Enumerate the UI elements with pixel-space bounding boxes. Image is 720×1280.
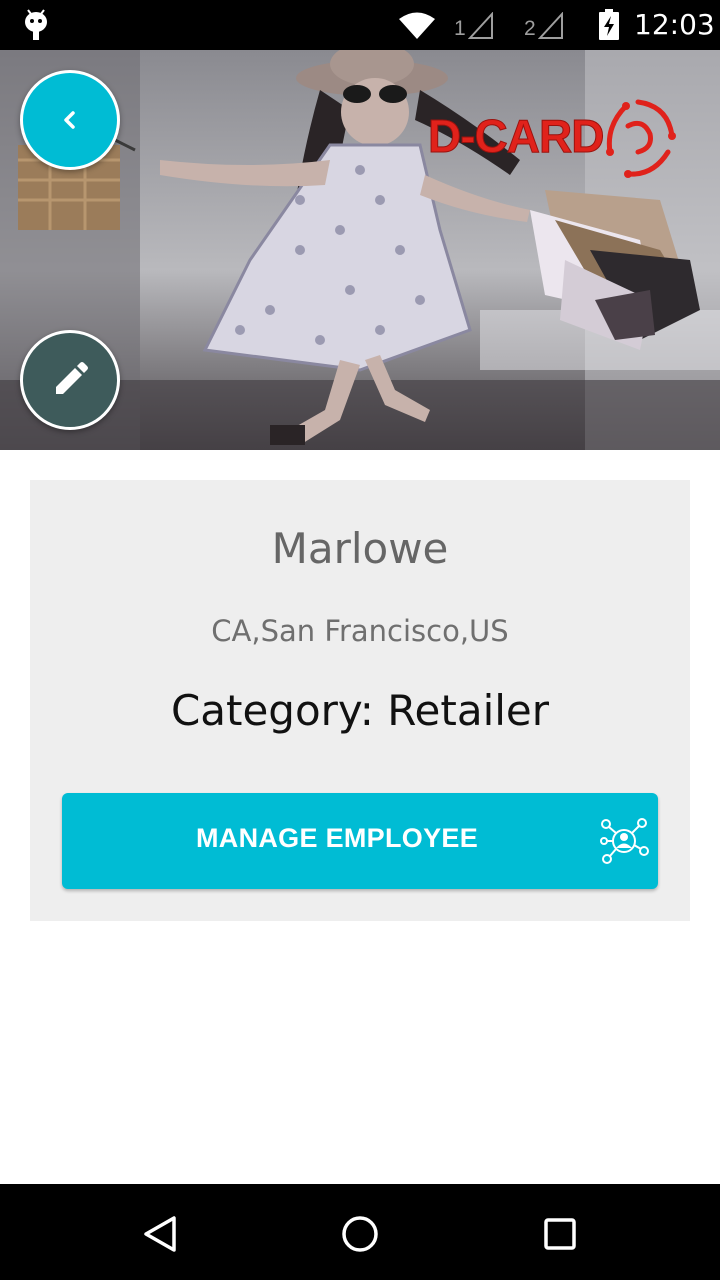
sim1-signal: 1 [454,10,494,40]
pencil-icon [56,362,88,394]
category-label: Category: [170,686,374,735]
android-icon [25,9,47,40]
manage-employee-label: MANAGE EMPLOYEE [195,823,479,853]
status-bar: 1 2 12:03 [0,0,720,50]
signal-icon [467,12,493,39]
signal-icon [537,12,563,39]
business-category: Category: Retailer [30,686,690,735]
d-card-logo: D-CARD [427,94,680,184]
chevron-left-icon [64,111,75,129]
navigation-bar [0,1184,720,1280]
sim1-label: 1 [454,17,466,40]
employee-network-icon [600,818,649,864]
clock: 12:03 [634,8,715,41]
home-circle-icon[interactable] [338,1212,382,1256]
back-button[interactable] [20,70,120,170]
manage-employee-button[interactable]: MANAGE EMPLOYEE [62,793,658,889]
wifi-icon [399,12,435,39]
profile-card: Marlowe CA,San Francisco,US Category: Re… [30,480,690,921]
battery-charging-icon [599,9,619,40]
edit-button[interactable] [20,330,120,430]
cover-banner: D-CARD [0,50,720,450]
business-name: Marlowe [271,524,449,573]
category-value: Retailer [387,686,550,735]
logo-text: D-CARD [427,110,604,163]
sim2-signal: 2 [524,10,564,40]
business-location: CA,San Francisco,US [211,614,509,648]
back-triangle-icon[interactable] [138,1212,182,1256]
sim2-label: 2 [524,17,536,40]
recents-square-icon[interactable] [538,1212,582,1256]
logo-swirl-icon [606,99,676,178]
